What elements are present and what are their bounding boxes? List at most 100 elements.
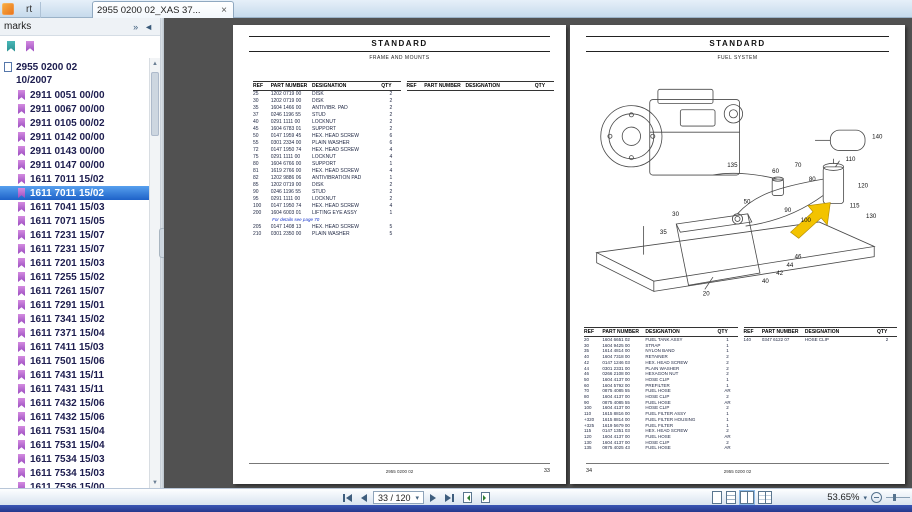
- next-page-button[interactable]: [427, 492, 439, 504]
- svg-text:46: 46: [795, 254, 802, 261]
- previous-view-icon: [463, 492, 472, 503]
- bookmark-flag-icon: [18, 440, 25, 450]
- bookmark-label: 1611 7011 15/02: [30, 174, 104, 185]
- scroll-up-icon[interactable]: ▲: [150, 58, 160, 69]
- page-number-input[interactable]: 33 / 120 ▾: [373, 491, 424, 504]
- bookmark-item[interactable]: 2911 0105 00/02: [0, 116, 149, 130]
- bookmark-flag-icon: [18, 286, 25, 296]
- scrollbar-thumb[interactable]: [151, 72, 159, 136]
- svg-text:20: 20: [703, 290, 710, 297]
- previous-page-button[interactable]: [358, 492, 370, 504]
- svg-text:60: 60: [772, 168, 779, 175]
- bookmark-item[interactable]: 1611 7431 15/11: [0, 382, 149, 396]
- bookmark-item[interactable]: 1611 7432 15/06: [0, 410, 149, 424]
- bookmark-item[interactable]: 1611 7534 15/03: [0, 452, 149, 466]
- bookmark-expand-tool-icon[interactable]: [5, 40, 17, 53]
- bookmark-label: 2911 0105 00/02: [30, 118, 105, 129]
- bookmark-item[interactable]: 1611 7531 15/04: [0, 438, 149, 452]
- bookmark-date-item[interactable]: 10/2007: [0, 74, 149, 88]
- continuous-mode-icon[interactable]: [726, 491, 736, 504]
- bookmark-options-tool-icon[interactable]: [24, 40, 36, 53]
- bookmark-item[interactable]: 1611 7231 15/07: [0, 242, 149, 256]
- bookmark-item[interactable]: 2911 0147 00/00: [0, 158, 149, 172]
- bookmark-label: 1611 7041 15/03: [30, 202, 105, 213]
- bookmark-item[interactable]: 1611 7536 15/00: [0, 480, 149, 488]
- bookmark-item[interactable]: 1611 7261 15/07: [0, 284, 149, 298]
- facing-pages-mode-icon[interactable]: [740, 491, 754, 504]
- page-layout-modes: [712, 491, 772, 504]
- single-page-mode-icon[interactable]: [712, 491, 722, 504]
- bookmark-root-item[interactable]: 2955 0200 02: [0, 60, 149, 74]
- zoom-slider-thumb[interactable]: [893, 494, 896, 501]
- continuous-facing-mode-icon[interactable]: [758, 491, 772, 504]
- svg-text:115: 115: [850, 203, 860, 210]
- previous-view-button[interactable]: [460, 490, 475, 505]
- bookmarks-panel: marks » ◄ 2955 0200 02 10/2007 2911 0051…: [0, 18, 161, 488]
- document-area: STANDARD FRAME AND MOUNTS REFPART NUMBER…: [164, 18, 912, 488]
- zoom-slider[interactable]: [886, 497, 910, 498]
- bookmark-item[interactable]: 1611 7011 15/02: [0, 186, 149, 200]
- svg-text:44: 44: [786, 262, 793, 269]
- bookmark-label: 2911 0051 00/00: [30, 90, 105, 101]
- bookmark-item[interactable]: 2911 0067 00/00: [0, 102, 149, 116]
- bookmark-label: 1611 7432 15/06: [30, 398, 105, 409]
- bookmark-item[interactable]: 1611 7371 15/04: [0, 326, 149, 340]
- tab-close-icon[interactable]: ×: [219, 5, 229, 16]
- tab-start[interactable]: rt: [18, 2, 41, 18]
- svg-text:120: 120: [858, 182, 869, 189]
- status-bar: 33 / 120 ▾ 53.65% ▾: [0, 488, 912, 505]
- bookmark-flag-icon: [18, 272, 25, 282]
- bookmark-item[interactable]: 1611 7501 15/06: [0, 354, 149, 368]
- bookmark-item[interactable]: 1611 7255 15/02: [0, 270, 149, 284]
- bookmark-item[interactable]: 1611 7432 15/06: [0, 396, 149, 410]
- bookmark-flag-icon: [18, 160, 25, 170]
- bookmark-item[interactable]: 1611 7411 15/03: [0, 340, 149, 354]
- zoom-out-button[interactable]: [871, 492, 882, 503]
- next-view-button[interactable]: [478, 490, 493, 505]
- bookmark-item[interactable]: 2911 0142 00/00: [0, 130, 149, 144]
- bookmark-flag-icon: [18, 202, 25, 212]
- bookmark-label: 1611 7531 15/04: [30, 426, 105, 437]
- chevron-down-icon[interactable]: ▾: [863, 494, 867, 502]
- bookmark-flag-icon: [18, 356, 25, 366]
- chevron-down-icon[interactable]: ▾: [416, 494, 420, 502]
- tab-document[interactable]: 2955 0200 02_XAS 37... ×: [92, 1, 234, 18]
- zoom-level[interactable]: 53.65%: [827, 492, 859, 503]
- page-title: STANDARD: [570, 39, 905, 48]
- page-rule: [586, 51, 889, 52]
- next-view-icon: [481, 492, 490, 503]
- last-page-button[interactable]: [442, 492, 457, 504]
- bookmark-item[interactable]: 2911 0051 00/00: [0, 88, 149, 102]
- bookmark-item[interactable]: 1611 7231 15/07: [0, 228, 149, 242]
- page-34: STANDARD FUEL SYSTEM: [570, 25, 905, 484]
- bookmark-item[interactable]: 1611 7291 15/01: [0, 298, 149, 312]
- bookmark-flag-icon: [18, 90, 25, 100]
- bookmark-item[interactable]: 1611 7531 15/04: [0, 424, 149, 438]
- parts-table-left-column: REFPART NUMBERDESIGNATIONQTY251202 0719 …: [253, 81, 401, 238]
- bookmark-flag-icon: [18, 328, 25, 338]
- bookmark-item[interactable]: 1611 7341 15/02: [0, 312, 149, 326]
- parts-table: REFPART NUMBERDESIGNATIONQTY251202 0719 …: [253, 81, 554, 238]
- page-number: 34: [586, 468, 592, 474]
- bookmark-item[interactable]: 1611 7041 15/03: [0, 200, 149, 214]
- bookmark-item[interactable]: 1611 7201 15/03: [0, 256, 149, 270]
- bookmark-item[interactable]: 1611 7011 15/02: [0, 172, 149, 186]
- bookmark-item[interactable]: 2911 0143 00/00: [0, 144, 149, 158]
- svg-text:140: 140: [872, 133, 883, 140]
- bookmarks-panel-title: marks: [4, 21, 130, 32]
- bookmark-flag-icon: [18, 132, 25, 142]
- app-logo-icon[interactable]: [2, 3, 14, 15]
- scroll-down-icon[interactable]: ▼: [150, 477, 160, 488]
- bookmark-item[interactable]: 1611 7071 15/05: [0, 214, 149, 228]
- bookmark-item[interactable]: 1611 7431 15/11: [0, 368, 149, 382]
- bookmark-label: 1611 7341 15/02: [30, 314, 105, 325]
- expand-panel-icon[interactable]: »: [130, 22, 141, 32]
- tab-start-label: rt: [26, 4, 32, 15]
- bookmark-label: 1611 7371 15/04: [30, 328, 105, 339]
- bookmarks-scrollbar[interactable]: ▲ ▼: [149, 58, 160, 488]
- collapse-panel-icon[interactable]: ◄: [141, 22, 156, 32]
- bookmark-label: 1611 7201 15/03: [30, 258, 105, 269]
- first-page-button[interactable]: [340, 492, 355, 504]
- bookmark-label: 1611 7431 15/11: [30, 384, 104, 395]
- bookmark-item[interactable]: 1611 7534 15/03: [0, 466, 149, 480]
